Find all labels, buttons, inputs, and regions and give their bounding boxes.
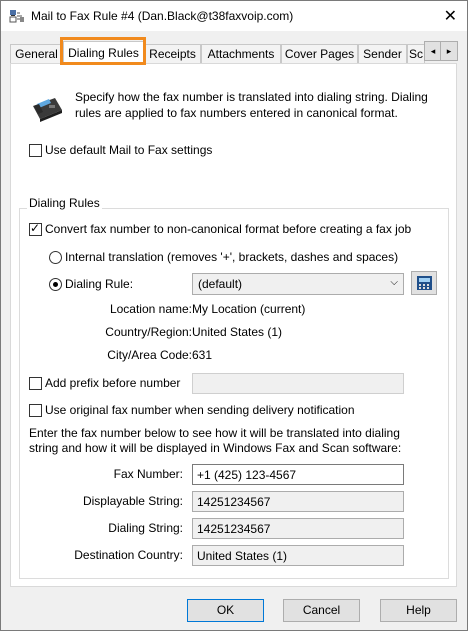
title-bar: Mail to Fax Rule #4 (Dan.Black@t38faxvoi… xyxy=(1,1,467,31)
add-prefix-checkbox[interactable] xyxy=(29,377,42,390)
internal-translation-label: Internal translation (removes '+', brack… xyxy=(65,250,399,264)
dialing-string-field: 14251234567 xyxy=(192,518,404,539)
use-default-label: Use default Mail to Fax settings xyxy=(45,143,213,157)
convert-checkbox[interactable] xyxy=(29,221,42,236)
app-icon xyxy=(9,10,24,23)
displayable-string-label: Displayable String: xyxy=(82,494,183,508)
dialing-rule-value: (default) xyxy=(198,277,243,291)
intro-text: Specify how the fax number is translated… xyxy=(75,90,428,120)
country-value: United States (1) xyxy=(192,325,283,339)
dialing-properties-button[interactable] xyxy=(411,271,437,295)
group-title: Dialing Rules xyxy=(27,196,102,210)
tab-scroll-right-icon[interactable]: ▸ xyxy=(440,41,458,61)
phone-dialer-icon xyxy=(417,276,432,290)
help-button[interactable]: Help xyxy=(380,599,457,622)
city-label: City/Area Code: xyxy=(107,348,192,362)
tab-cover-pages[interactable]: Cover Pages xyxy=(281,44,358,64)
displayable-string-field: 14251234567 xyxy=(192,491,404,512)
dialing-string-label: Dialing String: xyxy=(108,521,183,535)
city-value: 631 xyxy=(192,348,213,362)
tab-highlight-box xyxy=(60,37,146,65)
dialog-window: Mail to Fax Rule #4 (Dan.Black@t38faxvoi… xyxy=(0,0,468,631)
prefix-input[interactable] xyxy=(192,373,404,394)
use-default-checkbox[interactable] xyxy=(29,144,42,157)
tab-partial[interactable]: Sc xyxy=(407,44,425,64)
convert-label: Convert fax number to non-canonical form… xyxy=(45,222,412,236)
tab-sender[interactable]: Sender xyxy=(358,44,407,64)
location-name-label: Location name: xyxy=(109,302,192,316)
country-label: Country/Region: xyxy=(105,325,192,339)
fax-number-input[interactable]: +1 (425) 123-4567 xyxy=(192,464,404,485)
close-icon[interactable]: ✕ xyxy=(444,6,457,26)
tab-general[interactable]: General xyxy=(10,44,63,64)
cancel-button[interactable]: Cancel xyxy=(283,599,360,622)
destination-country-field: United States (1) xyxy=(192,545,404,566)
dialing-rule-label: Dialing Rule: xyxy=(65,277,134,291)
dialing-rules-panel: Specify how the fax number is translated… xyxy=(10,63,457,587)
fax-number-label: Fax Number: xyxy=(113,467,183,481)
chevron-down-icon: ⌵ xyxy=(390,277,398,288)
add-prefix-label: Add prefix before number xyxy=(45,376,181,390)
internal-translation-radio[interactable] xyxy=(49,251,62,264)
fax-machine-icon xyxy=(33,98,62,122)
destination-country-label: Destination Country: xyxy=(74,548,183,562)
dialing-rule-select[interactable]: (default) ⌵ xyxy=(192,273,404,295)
dialing-rule-radio[interactable] xyxy=(49,278,62,291)
use-original-label: Use original fax number when sending del… xyxy=(45,403,355,417)
tab-receipts[interactable]: Receipts xyxy=(144,44,201,64)
test-instructions: Enter the fax number below to see how it… xyxy=(29,426,402,455)
location-name-value: My Location (current) xyxy=(192,302,306,316)
tab-attachments[interactable]: Attachments xyxy=(201,44,281,64)
use-original-checkbox[interactable] xyxy=(29,404,42,417)
window-title: Mail to Fax Rule #4 (Dan.Black@t38faxvoi… xyxy=(31,9,294,23)
ok-button[interactable]: OK xyxy=(187,599,264,622)
